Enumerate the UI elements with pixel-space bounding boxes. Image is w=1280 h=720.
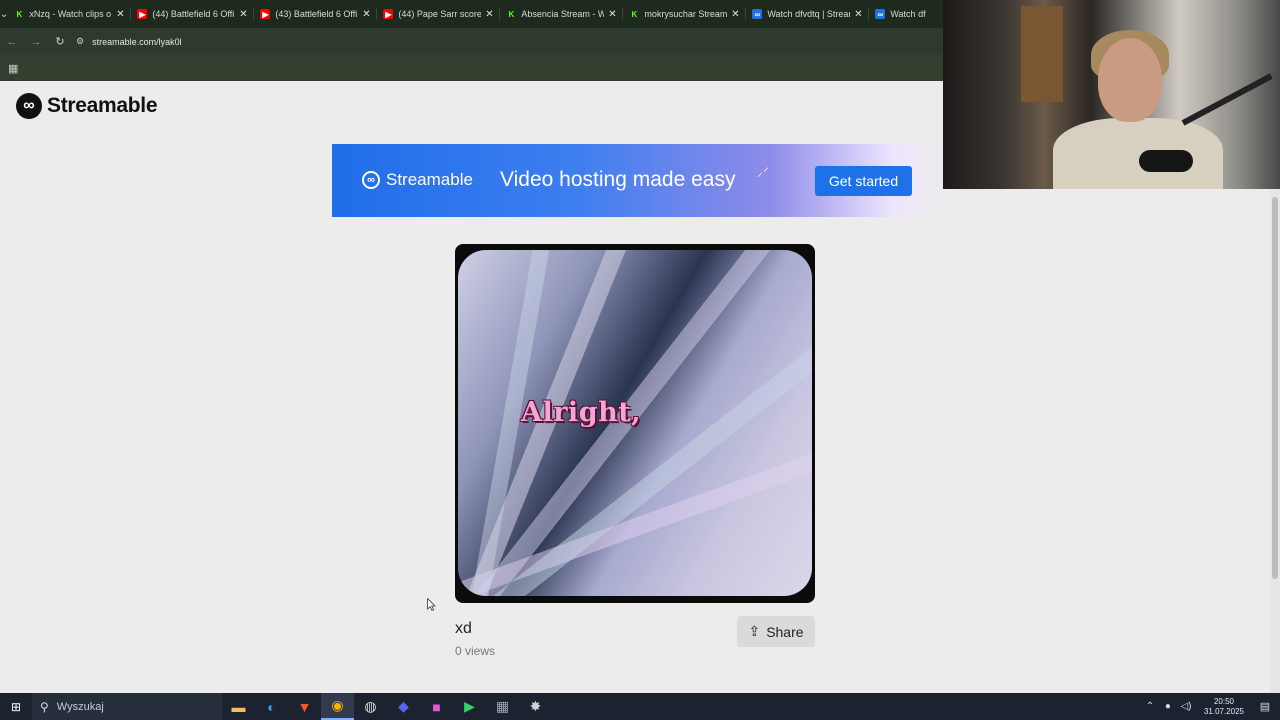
video-player[interactable]: Alright, — [455, 244, 815, 603]
game-launcher-icon[interactable]: ■ — [420, 693, 453, 720]
page-scrollbar[interactable] — [1270, 189, 1280, 693]
tab-favicon-icon: K — [14, 9, 25, 19]
view-count: 0 views — [455, 644, 496, 658]
system-tray: ⌃ ● ◁) 20:50 31.07.2025 ▤ — [1142, 693, 1280, 720]
browser-tab[interactable]: Kmokrysuchar Stream ✕ — [623, 0, 747, 28]
site-info-icon[interactable]: ⚙ — [76, 36, 84, 47]
tab-title: (43) Battlefield 6 Offi — [275, 9, 358, 19]
forward-arrow-icon[interactable]: → — [24, 28, 48, 55]
streamable-logo[interactable]: ∞ Streamable — [16, 93, 158, 119]
chrome-icon[interactable]: ◉ — [321, 693, 354, 720]
browser-tab[interactable]: ∞ Watch dfvdtq | Stream ✕ — [746, 0, 870, 28]
tab-favicon-icon: K — [506, 9, 517, 19]
webcam-streamer-face — [1098, 38, 1162, 122]
tab-favicon-icon: ▶ — [137, 9, 148, 19]
search-icon: ⚲ — [40, 699, 49, 714]
streamable-logo-icon: ∞ — [16, 93, 42, 119]
reload-icon[interactable]: ↻ — [48, 28, 72, 55]
volume-icon[interactable]: ◁) — [1178, 701, 1194, 712]
banner-headline: Video hosting made easy — [500, 168, 736, 191]
video-frame: Alright, — [458, 250, 812, 596]
tab-favicon-icon: K — [629, 9, 640, 19]
share-label: Share — [766, 623, 804, 640]
share-icon: ⇪ — [748, 623, 761, 639]
browser-tab[interactable]: ▶ (44) Battlefield 6 Offi ✕ — [131, 0, 255, 28]
tab-title: mokrysuchar Stream — [644, 9, 728, 19]
edge-icon[interactable]: ◐ — [255, 693, 288, 720]
tab-close-icon[interactable]: ✕ — [238, 9, 248, 20]
calculator-icon[interactable]: ▦ — [486, 693, 519, 720]
clock[interactable]: 20:50 31.07.2025 — [1204, 697, 1244, 717]
tab-close-icon[interactable]: ✕ — [115, 9, 125, 20]
brave-icon[interactable]: ▼ — [288, 693, 321, 720]
tab-favicon-icon: ∞ — [752, 9, 763, 19]
tab-title: (44) Pape Sarr scores — [398, 9, 482, 19]
share-button[interactable]: ⇪ Share — [737, 616, 815, 647]
obs-icon[interactable]: ◍ — [354, 693, 387, 720]
tab-close-icon[interactable]: ✕ — [730, 9, 740, 20]
tab-title: (44) Battlefield 6 Offi — [152, 9, 235, 19]
tab-favicon-icon: ▶ — [383, 9, 394, 19]
tab-search-chevron-icon[interactable]: ⌄ — [0, 0, 8, 28]
search-placeholder: Wyszukaj — [56, 700, 104, 713]
banner-logo-icon: ∞ — [362, 171, 380, 189]
webcam-overlay — [943, 0, 1280, 189]
apps-grid-icon[interactable]: ▦ — [8, 62, 18, 75]
browser-tab[interactable]: K Absencia Stream - W ✕ — [500, 0, 624, 28]
banner-brand: Streamable — [386, 170, 473, 189]
tab-close-icon[interactable]: ✕ — [853, 9, 863, 20]
tab-close-icon[interactable]: ✕ — [361, 9, 371, 20]
address-bar: ← → ↻ ⚙ streamable.com/lyak0l — [0, 28, 943, 55]
logo-text: Streamable — [47, 94, 158, 117]
tab-close-icon[interactable]: ✕ — [484, 9, 494, 20]
tab-title: Watch dfvdtq | Stream — [767, 9, 851, 19]
promo-banner[interactable]: ∞ Streamable Video hosting made easy ⸝⸍ … — [332, 144, 943, 217]
banner-logo: ∞ Streamable — [362, 170, 473, 190]
tab-title: xNzq - Watch clips o — [29, 9, 112, 19]
tab-close-icon[interactable]: ✕ — [607, 9, 617, 20]
webcam-microphone — [1139, 150, 1193, 172]
discord-icon[interactable]: ◆ — [387, 693, 420, 720]
notification-icon[interactable]: ▤ — [1254, 700, 1276, 713]
webcam-background-door — [1021, 6, 1063, 102]
clock-date: 31.07.2025 — [1203, 706, 1244, 716]
tray-overflow-icon[interactable]: ⌃ — [1142, 701, 1158, 712]
mouse-cursor-icon — [427, 598, 436, 611]
bookmarks-bar: ▦ — [0, 55, 943, 81]
play-icon[interactable]: ▶ — [453, 693, 486, 720]
browser-tab-bar: ⌄ KxNzq - Watch clips o ✕ ▶ (44) Battlefiel… — [0, 0, 993, 28]
get-started-button[interactable]: Get started — [815, 166, 912, 196]
file-explorer-icon[interactable]: ▬ — [222, 693, 255, 720]
webcam-mic-arm — [1181, 73, 1273, 126]
url-text: streamable.com/lyak0l — [92, 36, 182, 47]
url-field[interactable]: ⚙ streamable.com/lyak0l — [76, 36, 182, 47]
browser-tab[interactable]: ▶ (43) Battlefield 6 Offi ✕ — [254, 0, 378, 28]
tab-favicon-icon: ▶ — [260, 9, 271, 19]
tab-favicon-icon: ∞ — [875, 9, 886, 19]
browser-tab[interactable]: ▶ (44) Pape Sarr scores ✕ — [377, 0, 501, 28]
windows-start-icon[interactable]: ⊞ — [0, 693, 32, 720]
microphone-icon[interactable]: ● — [1160, 701, 1176, 712]
video-caption: Alright, — [521, 397, 642, 428]
back-arrow-icon[interactable]: ← — [0, 28, 24, 55]
webcam-streamer-body — [1053, 118, 1223, 189]
tab-title: Absencia Stream - W — [521, 9, 605, 19]
video-title: xd — [455, 620, 472, 637]
app-icon[interactable]: ✸ — [519, 693, 552, 720]
taskbar-search[interactable]: ⚲ Wyszukaj — [32, 693, 222, 720]
scrollbar-thumb[interactable] — [1272, 197, 1278, 579]
browser-tab[interactable]: KxNzq - Watch clips o ✕ — [8, 0, 132, 28]
windows-taskbar: ⊞ ⚲ Wyszukaj ▬ ◐ ▼ ◉ ◍ ◆ ■ ▶ ▦ ✸ ⌃ ● ◁) 20:50 31.… — [0, 693, 1280, 720]
clock-time: 20:50 — [1213, 696, 1234, 706]
sparkle-icon: ⸝⸍ — [757, 165, 770, 179]
